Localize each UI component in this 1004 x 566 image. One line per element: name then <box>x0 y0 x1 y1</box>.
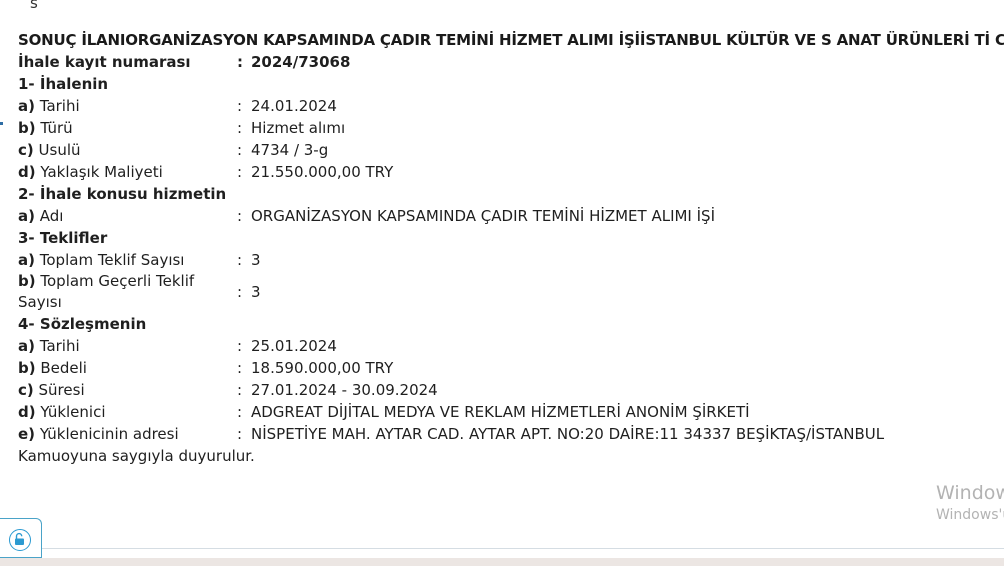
contractor-value: ADGREAT DİJİTAL MEDYA VE REKLAM HİZMETLE… <box>251 403 750 421</box>
row-label: Tarihi <box>39 97 80 115</box>
watermark-line-1: Window <box>936 482 1004 504</box>
registration-label: İhale kayıt numarası <box>18 53 191 71</box>
row-letter: a) <box>18 97 35 115</box>
colon: : <box>237 381 243 399</box>
row-label: Toplam Geçerli Teklif <box>40 272 195 290</box>
row-label: Tarihi <box>39 337 80 355</box>
row-letter: d) <box>18 163 36 181</box>
announcement-body: İhale kayıt numarası : 2024/73068 1- İha… <box>18 51 978 467</box>
row-letter: b) <box>18 359 36 377</box>
row-label: Yüklenici <box>40 403 106 421</box>
contract-duration-value: 27.01.2024 - 30.09.2024 <box>251 381 438 399</box>
row-letter: c) <box>18 381 34 399</box>
estimated-cost-row: d) Yaklaşık Maliyeti : 21.550.000,00 TRY <box>18 161 978 183</box>
contractor-address-row: e) Yüklenicinin adresi : NİSPETİYE MAH. … <box>18 423 978 445</box>
registration-value: 2024/73068 <box>251 53 351 71</box>
row-letter: b) <box>18 119 36 137</box>
registration-row: İhale kayıt numarası : 2024/73068 <box>18 51 978 73</box>
colon: : <box>237 53 243 71</box>
contract-date-row: a) Tarihi : 25.01.2024 <box>18 335 978 357</box>
unlock-icon <box>9 529 31 551</box>
tender-type-row: b) Türü : Hizmet alımı <box>18 117 978 139</box>
bottom-strip <box>0 558 1004 566</box>
row-label: Toplam Teklif Sayısı <box>39 251 185 269</box>
row-label: Süresi <box>38 381 85 399</box>
colon: : <box>237 283 243 301</box>
announcement-page: s SONUÇ İLANIORGANİZASYON KAPSAMINDA ÇAD… <box>0 0 1004 566</box>
contractor-row: d) Yüklenici : ADGREAT DİJİTAL MEDYA VE … <box>18 401 978 423</box>
contract-price-row: b) Bedeli : 18.590.000,00 TRY <box>18 357 978 379</box>
contract-duration-row: c) Süresi : 27.01.2024 - 30.09.2024 <box>18 379 978 401</box>
bottom-divider <box>42 548 1004 549</box>
colon: : <box>237 403 243 421</box>
total-offers-value: 3 <box>251 251 261 269</box>
section-heading-offers: 3- Teklifler <box>18 229 108 247</box>
tender-type-value: Hizmet alımı <box>251 119 346 137</box>
row-letter: c) <box>18 141 34 159</box>
tender-procedure-value: 4734 / 3-g <box>251 141 329 159</box>
section-heading-contract: 4- Sözleşmenin <box>18 315 147 333</box>
windows-activation-watermark: Window Windows'u <box>936 482 1004 526</box>
watermark-line-2: Windows'u <box>936 507 1004 523</box>
left-edge-marker <box>0 122 3 125</box>
colon: : <box>237 337 243 355</box>
colon: : <box>237 119 243 137</box>
row-letter: b) <box>18 272 36 290</box>
announcement-title: SONUÇ İLANIORGANİZASYON KAPSAMINDA ÇADIR… <box>18 31 1004 49</box>
colon: : <box>237 425 243 443</box>
section-heading-tender: 1- İhalenin <box>18 75 109 93</box>
estimated-cost-value: 21.550.000,00 TRY <box>251 163 394 181</box>
tender-date-row: a) Tarihi : 24.01.2024 <box>18 95 978 117</box>
row-letter: a) <box>18 337 35 355</box>
closing-statement: Kamuoyuna saygıyla duyurulur. <box>18 447 255 465</box>
row-letter: a) <box>18 251 35 269</box>
colon: : <box>237 141 243 159</box>
section-heading-service: 2- İhale konusu hizmetin <box>18 185 227 203</box>
row-label: Adı <box>39 207 64 225</box>
tender-date-value: 24.01.2024 <box>251 97 337 115</box>
unlock-button[interactable] <box>0 518 42 558</box>
colon: : <box>237 359 243 377</box>
cropped-text-fragment: s <box>30 0 38 12</box>
valid-offers-row: b) Toplam Geçerli Teklif Sayısı : 3 <box>18 271 978 313</box>
valid-offers-value: 3 <box>251 283 261 301</box>
row-label: Yüklenicinin adresi <box>39 425 179 443</box>
contract-price-value: 18.590.000,00 TRY <box>251 359 394 377</box>
service-name-row: a) Adı : ORGANİZASYON KAPSAMINDA ÇADIR T… <box>18 205 978 227</box>
row-label: Yaklaşık Maliyeti <box>40 163 163 181</box>
colon: : <box>237 251 243 269</box>
service-name-value: ORGANİZASYON KAPSAMINDA ÇADIR TEMİNİ HİZ… <box>251 207 715 225</box>
row-label: Türü <box>40 119 73 137</box>
colon: : <box>237 97 243 115</box>
colon: : <box>237 207 243 225</box>
colon: : <box>237 163 243 181</box>
row-letter: a) <box>18 207 35 225</box>
row-label-continued: Sayısı <box>18 293 62 311</box>
row-label: Usulü <box>38 141 81 159</box>
total-offers-row: a) Toplam Teklif Sayısı : 3 <box>18 249 978 271</box>
contractor-address-value: NİSPETİYE MAH. AYTAR CAD. AYTAR APT. NO:… <box>251 425 885 443</box>
contract-date-value: 25.01.2024 <box>251 337 337 355</box>
tender-procedure-row: c) Usulü : 4734 / 3-g <box>18 139 978 161</box>
row-letter: d) <box>18 403 36 421</box>
row-letter: e) <box>18 425 36 443</box>
row-label: Bedeli <box>40 359 87 377</box>
